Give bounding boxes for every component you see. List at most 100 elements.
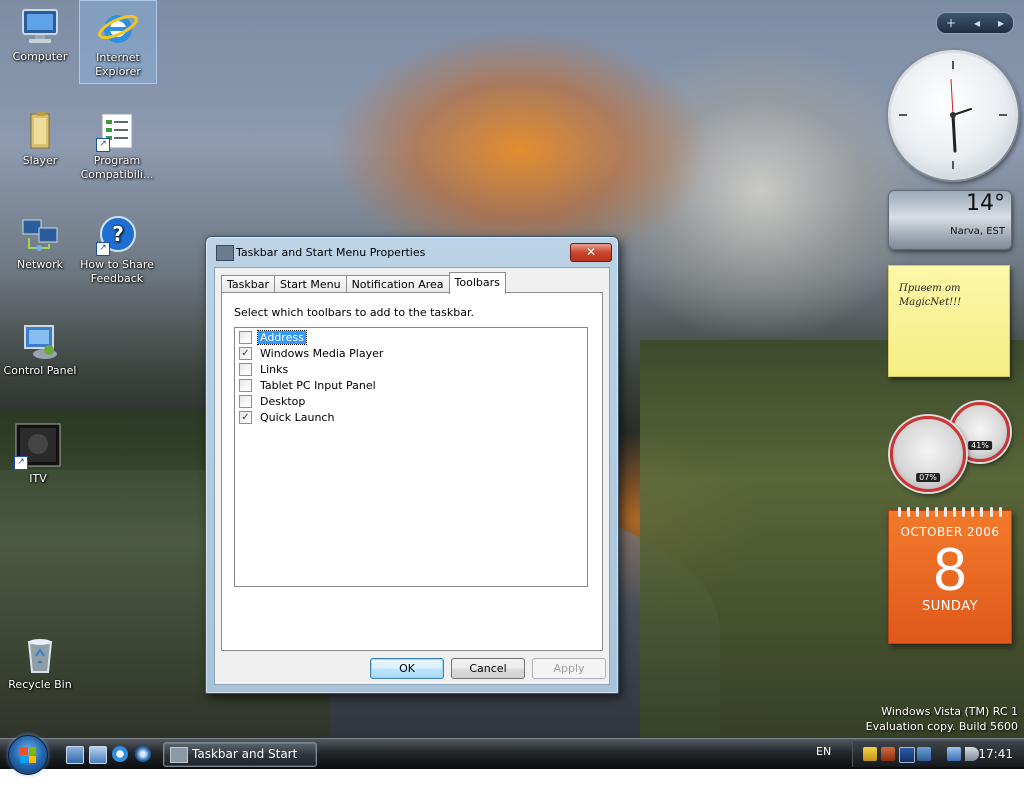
weather-gadget[interactable]: 14° Narva, EST xyxy=(888,190,1012,250)
list-item-windows-media-player[interactable]: ✓ Windows Media Player xyxy=(239,345,385,361)
list-item-label: Desktop xyxy=(260,394,306,408)
cpu-percent: 07% xyxy=(916,473,940,482)
desktop-icon-label: Recycle Bin xyxy=(8,678,72,691)
list-item-label: Windows Media Player xyxy=(260,346,384,360)
checkbox-desktop[interactable] xyxy=(239,394,252,408)
desktop-icon-network[interactable]: Network xyxy=(2,212,78,272)
calendar-gadget[interactable]: OCTOBER 2006 8 SUNDAY xyxy=(888,507,1012,644)
clock-gadget[interactable] xyxy=(888,50,1018,180)
shortcut-arrow-icon: ↗ xyxy=(14,456,28,470)
taskbar-window-button[interactable]: Taskbar and Start M... xyxy=(163,742,317,784)
tray-app-icon[interactable] xyxy=(917,747,931,761)
computer-icon xyxy=(19,6,61,48)
language-indicator[interactable]: EN xyxy=(816,745,831,758)
folder-icon xyxy=(19,110,61,152)
list-item-label: Quick Launch xyxy=(260,410,335,424)
desktop-icon-how-to-share-feedback[interactable]: ? ↗ How to Share Feedback xyxy=(79,212,155,286)
network-status-icon[interactable] xyxy=(947,747,961,761)
shortcut-arrow-icon: ↗ xyxy=(96,242,110,256)
list-item-address[interactable]: Address xyxy=(239,329,307,345)
tv-icon: ↗ xyxy=(14,422,62,470)
note-text: Привет от MagicNet!!! xyxy=(889,266,1009,310)
show-desktop-icon[interactable] xyxy=(66,746,84,764)
desktop-icon-program-compatibility[interactable]: ↗ Program Compatibili... xyxy=(79,108,155,182)
watermark-line: Evaluation copy. Build 5600 xyxy=(865,720,1018,733)
next-gadget-page-button[interactable]: ▸ xyxy=(998,16,1004,30)
desktop-icon-slayer[interactable]: Slayer xyxy=(2,108,78,168)
list-item-links[interactable]: Links xyxy=(239,361,290,377)
desktop-icon-label: ITV xyxy=(29,472,47,485)
toolbars-tab-panel: Select which toolbars to add to the task… xyxy=(221,292,603,651)
taskbar: Taskbar and Start M... EN 17:41 xyxy=(0,735,1024,784)
control-panel-icon xyxy=(19,320,61,362)
list-item-label: Tablet PC Input Panel xyxy=(260,378,376,392)
start-button[interactable] xyxy=(8,735,48,775)
evaluation-watermark: Windows Vista (TM) RC 1 Evaluation copy.… xyxy=(866,704,1018,734)
program-compatibility-icon: ↗ xyxy=(96,110,138,152)
tab-toolbars[interactable]: Toolbars xyxy=(448,272,506,294)
taskbar-clock[interactable]: 17:41 xyxy=(978,747,1013,761)
recycle-bin-icon xyxy=(19,634,61,676)
desktop-icon-recycle-bin[interactable]: Recycle Bin xyxy=(2,632,78,692)
list-item-label: Links xyxy=(260,362,289,376)
notes-gadget[interactable]: Привет от MagicNet!!! xyxy=(888,265,1010,377)
desktop-icon-computer[interactable]: Computer xyxy=(2,4,78,64)
tray-app-icon[interactable] xyxy=(881,747,895,761)
tray-app-icon[interactable] xyxy=(899,747,915,763)
memory-percent: 41% xyxy=(968,441,992,450)
taskbar-properties-dialog: Taskbar and Start Menu Properties ✕ Task… xyxy=(205,236,619,694)
checkbox-tablet-pc-input-panel[interactable] xyxy=(239,378,252,392)
media-player-icon[interactable] xyxy=(135,746,151,762)
checkbox-address[interactable] xyxy=(239,330,252,344)
add-gadget-button[interactable]: + xyxy=(946,16,956,30)
internet-explorer-icon[interactable] xyxy=(112,746,128,762)
calendar-day: 8 xyxy=(933,536,967,603)
desktop-icon-label: Internet Explorer xyxy=(95,51,141,78)
desktop-icon-internet-explorer[interactable]: Internet Explorer xyxy=(79,0,157,84)
watermark-line: Windows Vista (TM) RC 1 xyxy=(881,705,1018,718)
toolbars-list[interactable]: Address ✓ Windows Media Player Links Tab… xyxy=(234,327,588,587)
volume-icon[interactable] xyxy=(965,747,979,761)
ok-button[interactable]: OK xyxy=(370,658,444,679)
toolbars-instruction: Select which toolbars to add to the task… xyxy=(234,306,474,319)
help-icon: ? ↗ xyxy=(96,214,138,256)
desktop-icon-label: Control Panel xyxy=(3,364,77,377)
clock-face-icon xyxy=(899,61,1007,169)
calendar-rings xyxy=(889,507,1011,517)
list-item-desktop[interactable]: Desktop xyxy=(239,393,307,409)
svg-text:?: ? xyxy=(112,222,124,246)
network-icon xyxy=(19,214,61,256)
desktop-icon-label: Program Compatibili... xyxy=(80,154,154,181)
desktop-icon-itv[interactable]: ↗ ITV xyxy=(0,420,76,486)
list-item-tablet-pc-input-panel[interactable]: Tablet PC Input Panel xyxy=(239,377,378,393)
close-button[interactable]: ✕ xyxy=(570,243,612,262)
cancel-button[interactable]: Cancel xyxy=(451,658,525,679)
desktop-icon-label: Computer xyxy=(12,50,68,63)
checkbox-quick-launch[interactable]: ✓ xyxy=(239,410,252,424)
sidebar-controls: + ◂ ▸ xyxy=(936,12,1014,34)
cpu-meter-gadget[interactable]: 07% xyxy=(890,416,966,492)
shortcut-arrow-icon: ↗ xyxy=(96,138,110,152)
windows-logo-icon xyxy=(20,747,36,763)
taskbar-window-label: Taskbar and Start M... xyxy=(192,747,298,784)
checkbox-links[interactable] xyxy=(239,362,252,376)
calendar-weekday: SUNDAY xyxy=(921,599,979,614)
desktop-icon-label: How to Share Feedback xyxy=(80,258,154,285)
list-item-quick-launch[interactable]: ✓ Quick Launch xyxy=(239,409,336,425)
internet-explorer-icon xyxy=(97,7,139,49)
note-line: MagicNet!!! xyxy=(899,297,962,308)
weather-temperature: 14° xyxy=(966,191,1005,216)
security-shield-icon[interactable] xyxy=(863,747,877,761)
switch-windows-icon[interactable] xyxy=(89,746,107,764)
taskbar-properties-icon xyxy=(216,245,234,261)
desktop-icon-label: Network xyxy=(17,258,63,271)
taskbar-properties-icon xyxy=(170,747,188,763)
note-line: Привет от xyxy=(899,283,961,294)
apply-button[interactable]: Apply xyxy=(532,658,606,679)
checkbox-windows-media-player[interactable]: ✓ xyxy=(239,346,252,360)
dialog-body: Taskbar Start Menu Notification Area Too… xyxy=(214,267,610,685)
weather-location: Narva, EST xyxy=(950,226,1005,237)
desktop-icon-control-panel[interactable]: Control Panel xyxy=(2,318,78,378)
previous-gadget-page-button[interactable]: ◂ xyxy=(974,16,980,30)
tab-strip: Taskbar Start Menu Notification Area Too… xyxy=(221,272,506,294)
